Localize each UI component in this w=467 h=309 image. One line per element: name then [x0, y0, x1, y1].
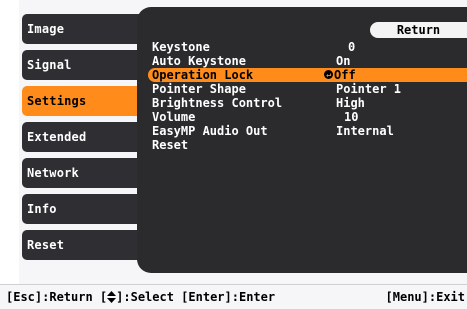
setting-label: Pointer Shape: [152, 82, 246, 96]
help-text-exit: [Menu]:Exit: [385, 290, 465, 304]
setting-row-keystone[interactable]: Keystone 0: [148, 40, 467, 54]
sidebar-item-image[interactable]: Image: [22, 14, 142, 44]
setting-label: Operation Lock: [152, 68, 254, 82]
setting-row-operation-lock[interactable]: Operation Lock ↵ Off: [148, 68, 467, 82]
sidebar-item-label: Settings: [27, 94, 87, 108]
return-button[interactable]: Return: [370, 22, 467, 38]
sidebar-item-label: Extended: [27, 130, 87, 144]
sidebar-item-label: Signal: [27, 58, 72, 72]
return-label: Return: [396, 23, 441, 37]
setting-value: Off: [334, 68, 356, 82]
sidebar-item-extended[interactable]: Extended: [22, 122, 142, 152]
setting-label: Keystone: [152, 40, 210, 54]
setting-value: 0: [348, 40, 356, 54]
sidebar-item-label: Image: [27, 22, 65, 36]
setting-row-volume[interactable]: Volume 10: [148, 110, 467, 124]
setting-row-reset[interactable]: Reset: [148, 138, 467, 152]
setting-row-auto-keystone[interactable]: Auto Keystone On: [148, 54, 467, 68]
setting-value: Pointer 1: [336, 82, 402, 96]
help-bar: [Esc]:Return [ ]:Select [Enter]:Enter [Me…: [0, 284, 467, 309]
setting-value: On: [336, 54, 351, 68]
setting-label: Brightness Control: [152, 96, 283, 110]
sidebar-item-label: Info: [27, 202, 57, 216]
setting-label: EasyMP Audio Out: [152, 124, 268, 138]
setting-row-easymp-audio-out[interactable]: EasyMP Audio Out Internal: [148, 124, 467, 138]
setting-value: Internal: [336, 124, 394, 138]
setting-label: Auto Keystone: [152, 54, 246, 68]
sidebar-item-info[interactable]: Info: [22, 194, 142, 224]
setting-row-pointer-shape[interactable]: Pointer Shape Pointer 1: [148, 82, 467, 96]
help-text-select: ]:Select [Enter]:Enter: [116, 290, 276, 304]
setting-value-wrap: ↵ Off: [324, 68, 356, 82]
setting-value: High: [336, 96, 365, 110]
left-margin: [0, 0, 19, 309]
sidebar-item-label: Reset: [27, 238, 65, 252]
setting-label: Reset: [152, 138, 189, 152]
help-text-left: [Esc]:Return [ ]:Select [Enter]:Enter: [6, 290, 275, 304]
setting-label: Volume: [152, 110, 196, 124]
up-down-arrow-icon: [107, 290, 117, 303]
enter-return-icon: ↵: [324, 70, 333, 79]
help-text-return: [Esc]:Return [: [6, 290, 108, 304]
sidebar-item-reset[interactable]: Reset: [22, 230, 142, 260]
setting-row-brightness-control[interactable]: Brightness Control High: [148, 96, 467, 110]
setting-value: 10: [344, 110, 359, 124]
sidebar-item-label: Network: [27, 166, 79, 180]
sidebar-item-settings[interactable]: Settings: [22, 86, 142, 116]
sidebar-item-signal[interactable]: Signal: [22, 50, 142, 80]
sidebar-item-network[interactable]: Network: [22, 158, 142, 188]
